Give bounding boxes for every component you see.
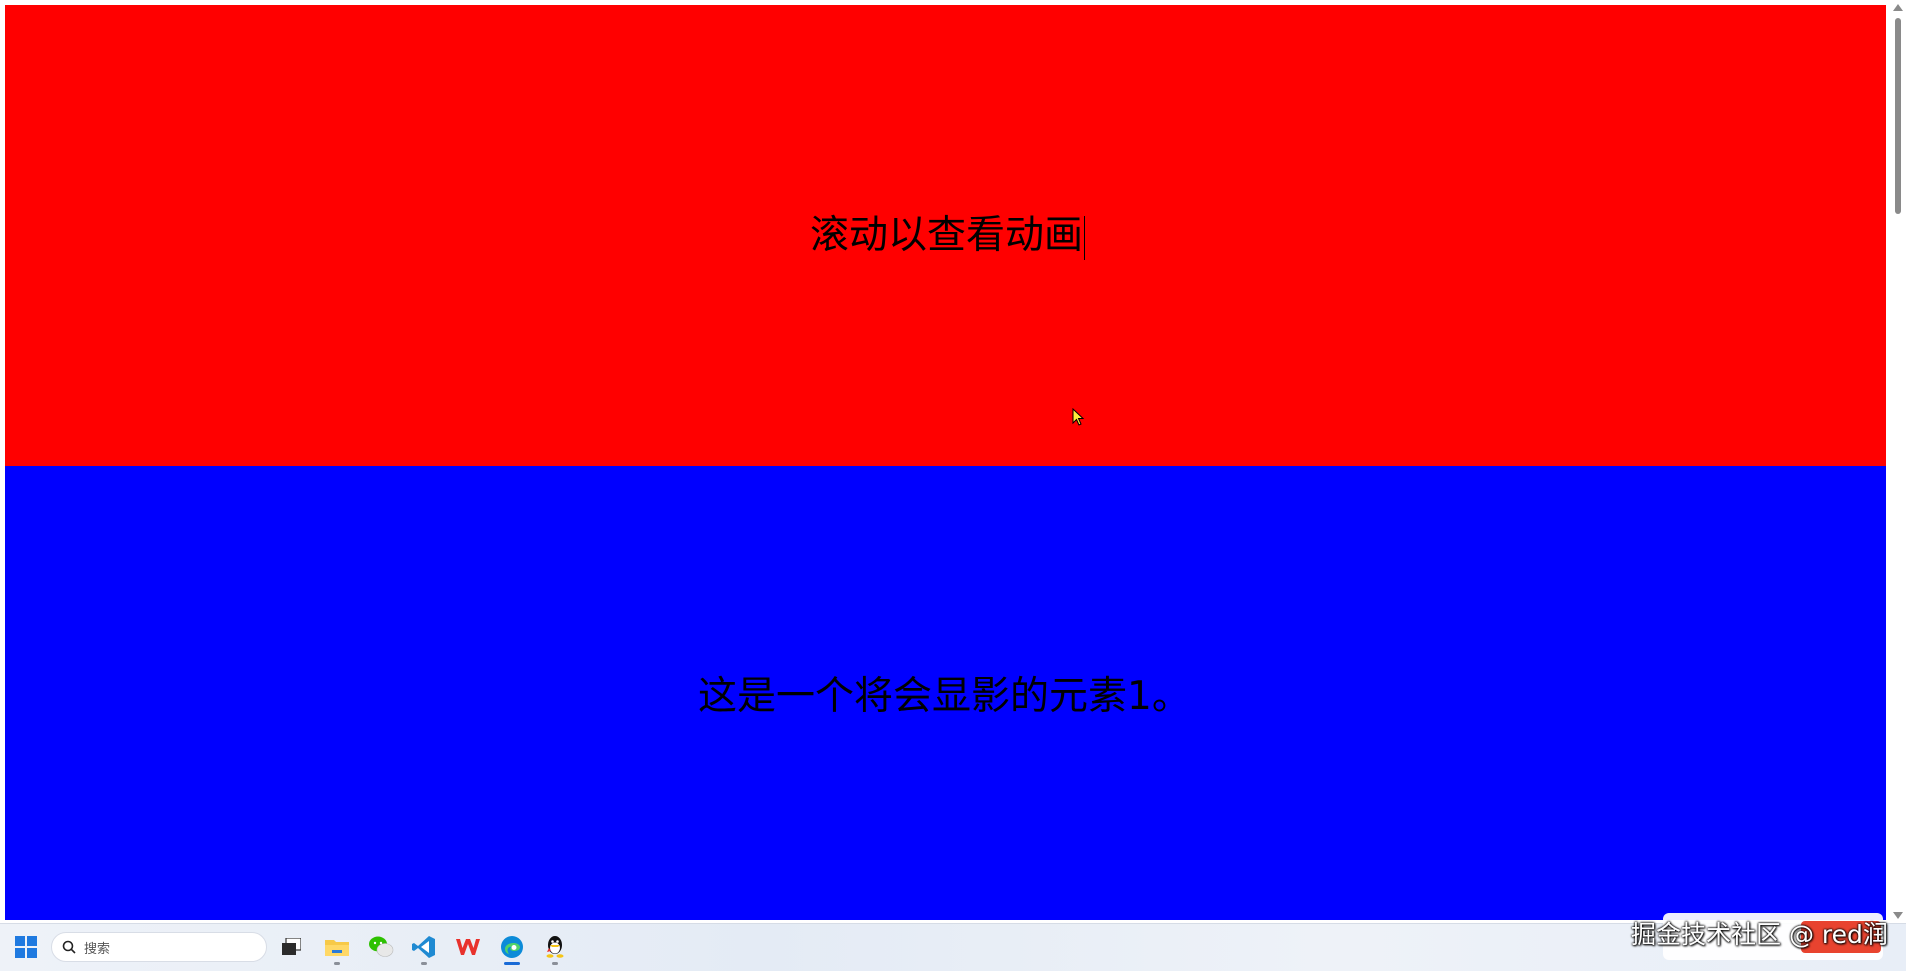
windows-start-icon[interactable] <box>11 932 41 962</box>
blue-section: 这是一个将会显影的元素1。 <box>5 466 1886 920</box>
watermark-text: 掘金技术社区 @ red润 <box>1631 920 1888 949</box>
red-section: 滚动以查看动画 <box>5 5 1886 466</box>
task-view-icon[interactable] <box>276 932 306 962</box>
file-explorer-icon[interactable] <box>322 932 352 965</box>
search-icon <box>62 940 76 954</box>
vscode-icon[interactable] <box>409 932 439 965</box>
edge-active-indicator <box>504 962 520 965</box>
taskbar-search-box[interactable]: 搜索 <box>51 932 267 962</box>
edge-icon[interactable] <box>497 932 527 965</box>
text-caret <box>1084 215 1086 260</box>
scroll-down-arrow-icon[interactable] <box>1893 912 1903 919</box>
mouse-pointer-icon <box>1072 408 1085 426</box>
vertical-scrollbar[interactable] <box>1890 0 1906 923</box>
blue-section-text: 这是一个将会显影的元素1。 <box>698 674 1191 719</box>
wps-icon[interactable] <box>453 932 483 962</box>
file-explorer-indicator <box>334 962 340 965</box>
scroll-up-arrow-icon[interactable] <box>1893 4 1903 11</box>
red-section-text: 滚动以查看动画 <box>810 213 1086 260</box>
qq-icon[interactable] <box>540 932 570 965</box>
red-section-label: 滚动以查看动画 <box>810 213 1084 258</box>
vscode-indicator <box>421 962 427 965</box>
scroll-thumb[interactable] <box>1895 18 1901 214</box>
taskbar: 搜索 <box>0 923 1906 971</box>
qq-indicator <box>552 962 558 965</box>
search-label: 搜索 <box>84 941 111 957</box>
browser-viewport: 滚动以查看动画 这是一个将会显影的元素1。 <box>5 5 1886 920</box>
wechat-icon[interactable] <box>366 932 396 962</box>
